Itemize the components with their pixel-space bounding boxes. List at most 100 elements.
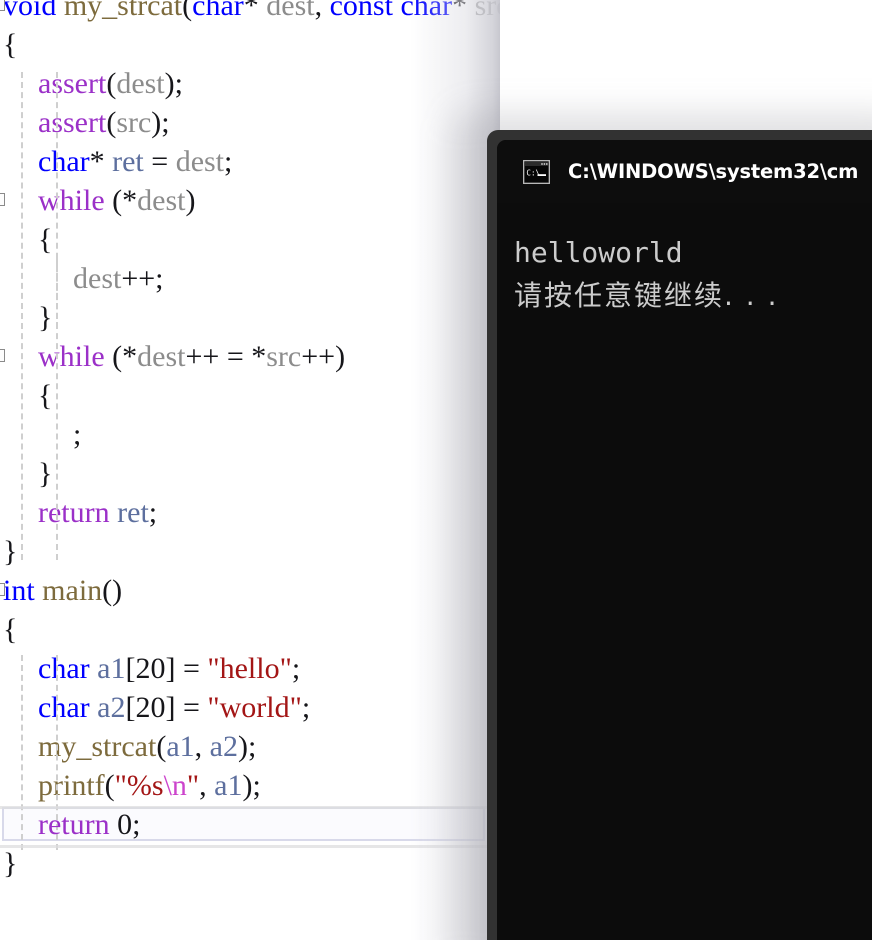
code-token: main [42, 574, 103, 607]
code-token: return [38, 496, 110, 529]
code-line-text: { [3, 610, 17, 649]
code-line-text: { [3, 25, 17, 64]
code-token: dest [116, 67, 165, 100]
code-token: ret [117, 496, 149, 529]
code-token: int [3, 574, 35, 607]
code-token: 20 [135, 652, 166, 685]
code-token: src [116, 106, 152, 139]
console-title-text: C:\WINDOWS\system32\cm [568, 160, 859, 183]
code-token: char [38, 145, 90, 178]
command-prompt-window[interactable]: C:\ C:\WINDOWS\system32\cm helloworld 请按… [453, 112, 872, 940]
code-token: * [122, 340, 138, 373]
code-token: char [192, 0, 244, 22]
code-line-text: while (*dest) [38, 181, 195, 220]
svg-text:C:\: C:\ [526, 168, 540, 177]
code-token: dest [266, 0, 315, 22]
code-token: "world" [207, 691, 302, 724]
code-token: while [38, 340, 105, 373]
console-window-inner: C:\ C:\WINDOWS\system32\cm helloworld 请按… [497, 140, 872, 940]
code-token: assert [38, 67, 107, 100]
code-fold-marker[interactable] [0, 193, 5, 206]
code-line-text: { [38, 220, 52, 259]
code-token: ( [106, 67, 117, 100]
code-line-text: } [3, 532, 17, 571]
code-token: ] = [165, 691, 208, 724]
code-line-text: while (*dest++ = *src++) [38, 337, 345, 376]
code-token: assert [38, 106, 107, 139]
code-token: } [38, 457, 53, 490]
console-output-line: helloworld [514, 236, 683, 269]
indent-guide [56, 257, 59, 328]
code-token: ( [182, 0, 193, 22]
code-token: () [102, 574, 123, 607]
code-line-text: my_strcat(a1, a2); [38, 727, 256, 766]
code-token: a2 [209, 730, 238, 763]
code-line-text: char* ret = dest; [38, 142, 232, 181]
code-token: ); [237, 730, 257, 763]
code-token: a1 [214, 769, 243, 802]
code-token: char [38, 652, 90, 685]
code-token: , [194, 730, 210, 763]
code-token: , [199, 769, 215, 802]
code-token: * [122, 184, 138, 217]
code-token: dest [175, 145, 225, 178]
code-token: ++) [301, 340, 346, 373]
code-token: dest [73, 262, 122, 295]
code-line-text: return 0; [38, 805, 140, 844]
code-line-text: int main() [3, 571, 122, 610]
code-token: * [251, 340, 267, 373]
code-token: { [38, 223, 53, 256]
code-token: ; [132, 808, 141, 841]
code-token: } [38, 301, 53, 334]
code-token: ; [73, 418, 82, 451]
indent-guide [21, 72, 24, 560]
code-token: ++; [121, 262, 164, 295]
code-token: dest [137, 184, 186, 217]
code-fold-marker[interactable] [0, 0, 5, 11]
code-token: "hello" [207, 652, 292, 685]
code-token: ++ = [185, 340, 252, 373]
code-editor[interactable]: void my_strcat(char* dest, const char* s… [0, 0, 500, 940]
console-titlebar[interactable]: C:\ C:\WINDOWS\system32\cm [497, 140, 872, 203]
code-token: char [400, 0, 453, 22]
code-token: * [89, 145, 105, 178]
code-line-text: { [38, 376, 52, 415]
code-token: ) [185, 184, 196, 217]
code-token: printf [38, 769, 105, 802]
code-token: const [329, 0, 393, 22]
code-token: { [3, 28, 18, 61]
code-token: , [314, 0, 330, 22]
console-output-line: 请按任意键继续. . . [514, 279, 779, 312]
code-token: * [452, 0, 468, 22]
code-token: ( [104, 184, 123, 217]
code-token: } [3, 535, 18, 568]
code-token: [ [125, 652, 136, 685]
code-token: [ [125, 691, 136, 724]
code-line-text: char a2[20] = "world"; [38, 688, 310, 727]
code-token: " [186, 769, 200, 802]
row-rule [0, 845, 500, 848]
code-fold-marker[interactable] [0, 583, 5, 596]
code-token: "%s [114, 769, 164, 802]
console-window-frame: C:\ C:\WINDOWS\system32\cm helloworld 请按… [487, 130, 872, 940]
code-token: src [266, 340, 302, 373]
code-line-text: char a1[20] = "hello"; [38, 649, 300, 688]
code-token: { [3, 613, 18, 646]
code-fold-marker[interactable] [0, 349, 5, 362]
code-token: { [38, 379, 53, 412]
code-token: a1 [166, 730, 195, 763]
code-token: = [143, 145, 176, 178]
code-token: * [243, 0, 259, 22]
indent-guide [21, 655, 24, 850]
code-line-text: assert(dest); [38, 64, 183, 103]
screen-root: void my_strcat(char* dest, const char* s… [0, 0, 872, 940]
code-token: ); [164, 67, 183, 100]
code-line-text: void my_strcat(char* dest, const char* s… [3, 0, 500, 25]
console-output-area[interactable]: helloworld 请按任意键继续. . . [497, 203, 872, 940]
code-token: char [38, 691, 90, 724]
code-line-text: ; [73, 415, 81, 454]
code-token: 20 [135, 691, 166, 724]
